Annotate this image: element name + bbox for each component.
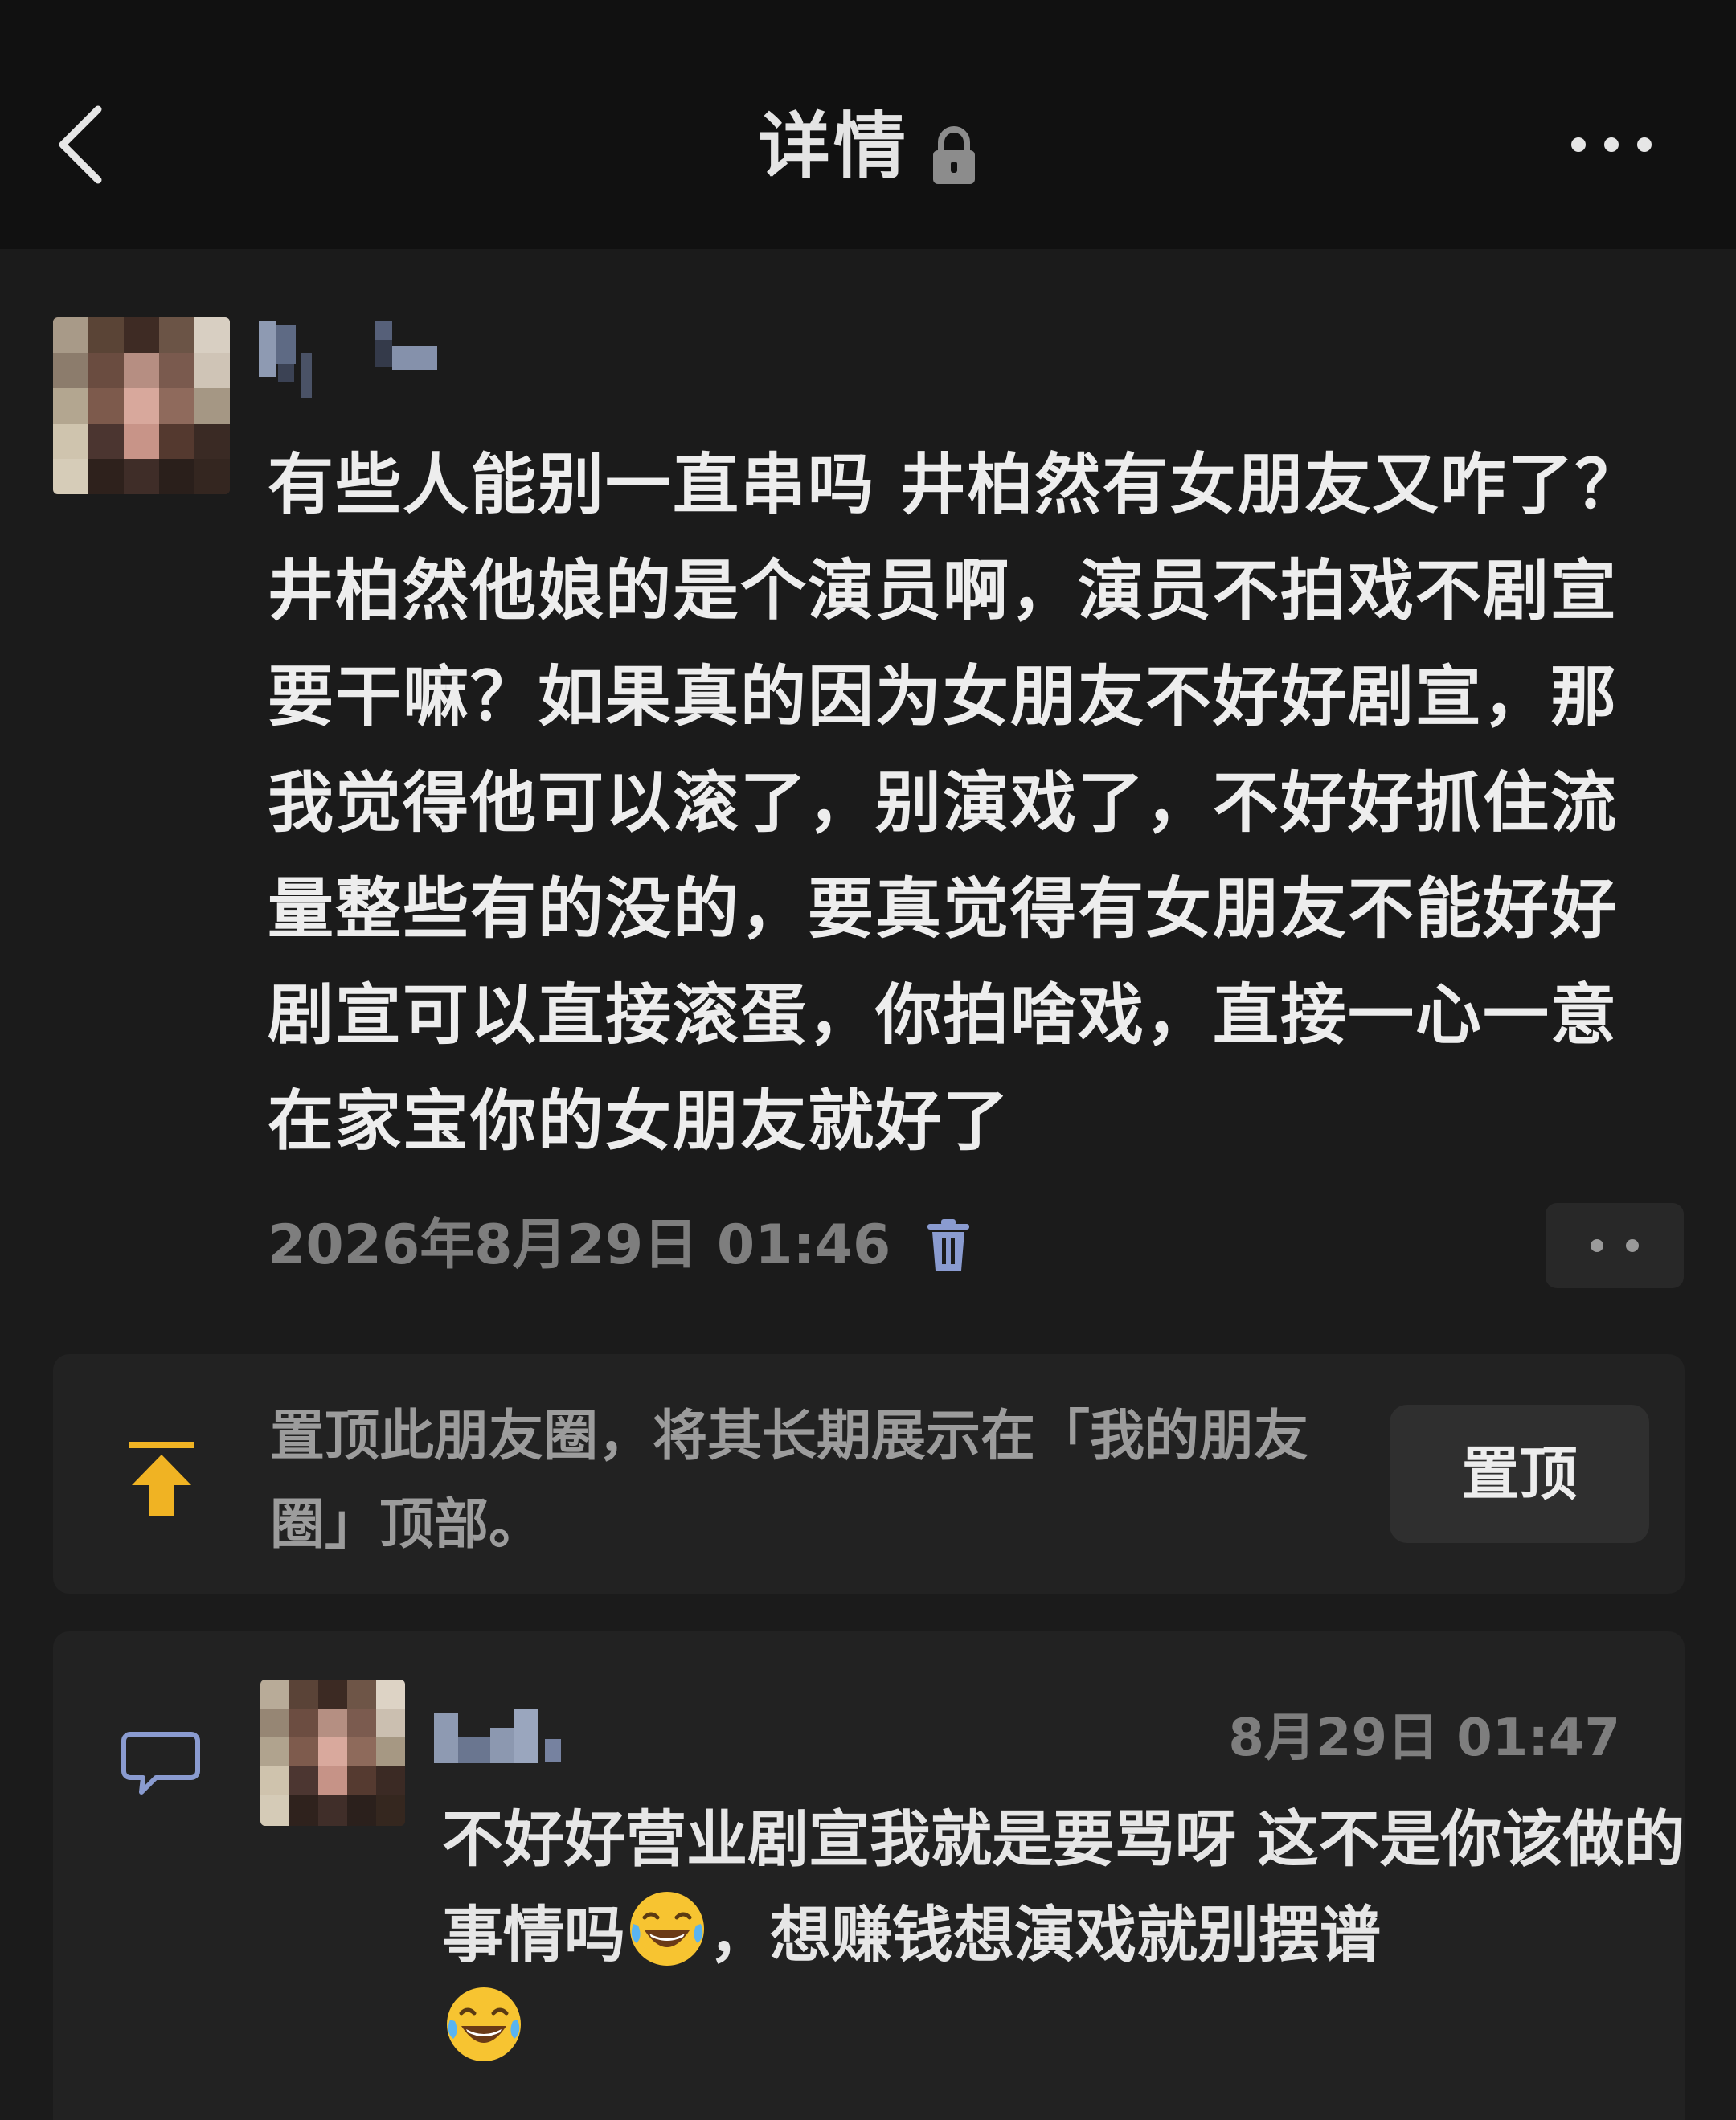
comment-section: 8月29日 01:47 不好好营业剧宣我就是要骂呀 这不是你该做的事情吗 ，想赚钱… (53, 1631, 1685, 2120)
pixelated-username (259, 321, 437, 398)
comment-text-part2: ，想赚钱想演戏就别摆谱 (709, 1899, 1381, 1971)
top-nav-bar: 详情 (0, 0, 1736, 249)
comment-icon (121, 1729, 201, 1799)
post-timestamp: 2026年8月29日 01:46 (268, 1213, 891, 1277)
comment-timestamp: 8月29日 01:47 (1228, 1709, 1620, 1768)
tears-of-joy-emoji (442, 1983, 526, 2066)
pixelated-avatar-image (53, 317, 230, 494)
pin-button[interactable]: 置顶 (1390, 1405, 1649, 1543)
pin-card: 置顶此朋友圈，将其长期展示在「我的朋友圈」顶部。 置顶 (53, 1354, 1685, 1594)
more-button[interactable] (1567, 125, 1656, 165)
like-comment-button[interactable] (1546, 1203, 1684, 1288)
more-icon (1571, 137, 1652, 152)
pixelated-username (434, 1709, 561, 1763)
tears-of-joy-emoji (625, 1887, 709, 1971)
page-title-text: 详情 (758, 104, 909, 189)
post-content: 有些人能别一直串吗 井柏然有女朋友又咋了？井柏然他娘的是个演员啊，演员不拍戏不剧… (268, 447, 1643, 1160)
pin-description: 置顶此朋友圈，将其长期展示在「我的朋友圈」顶部。 (270, 1405, 1309, 1557)
dot-icon (1626, 1239, 1639, 1252)
pin-top-icon (125, 1439, 198, 1519)
pixelated-avatar-image (260, 1680, 405, 1826)
avatar[interactable] (53, 317, 230, 494)
dot-icon (1591, 1239, 1603, 1252)
trash-icon[interactable] (924, 1218, 972, 1274)
commenter-avatar[interactable] (260, 1680, 405, 1826)
page-title: 详情 (0, 103, 1736, 191)
username-redacted[interactable] (259, 317, 468, 406)
comment-content: 不好好营业剧宣我就是要骂呀 这不是你该做的事情吗 ，想赚钱想演戏就别摆谱 (442, 1792, 1696, 2078)
lock-icon (930, 119, 978, 185)
commenter-name-redacted[interactable] (434, 1705, 611, 1770)
